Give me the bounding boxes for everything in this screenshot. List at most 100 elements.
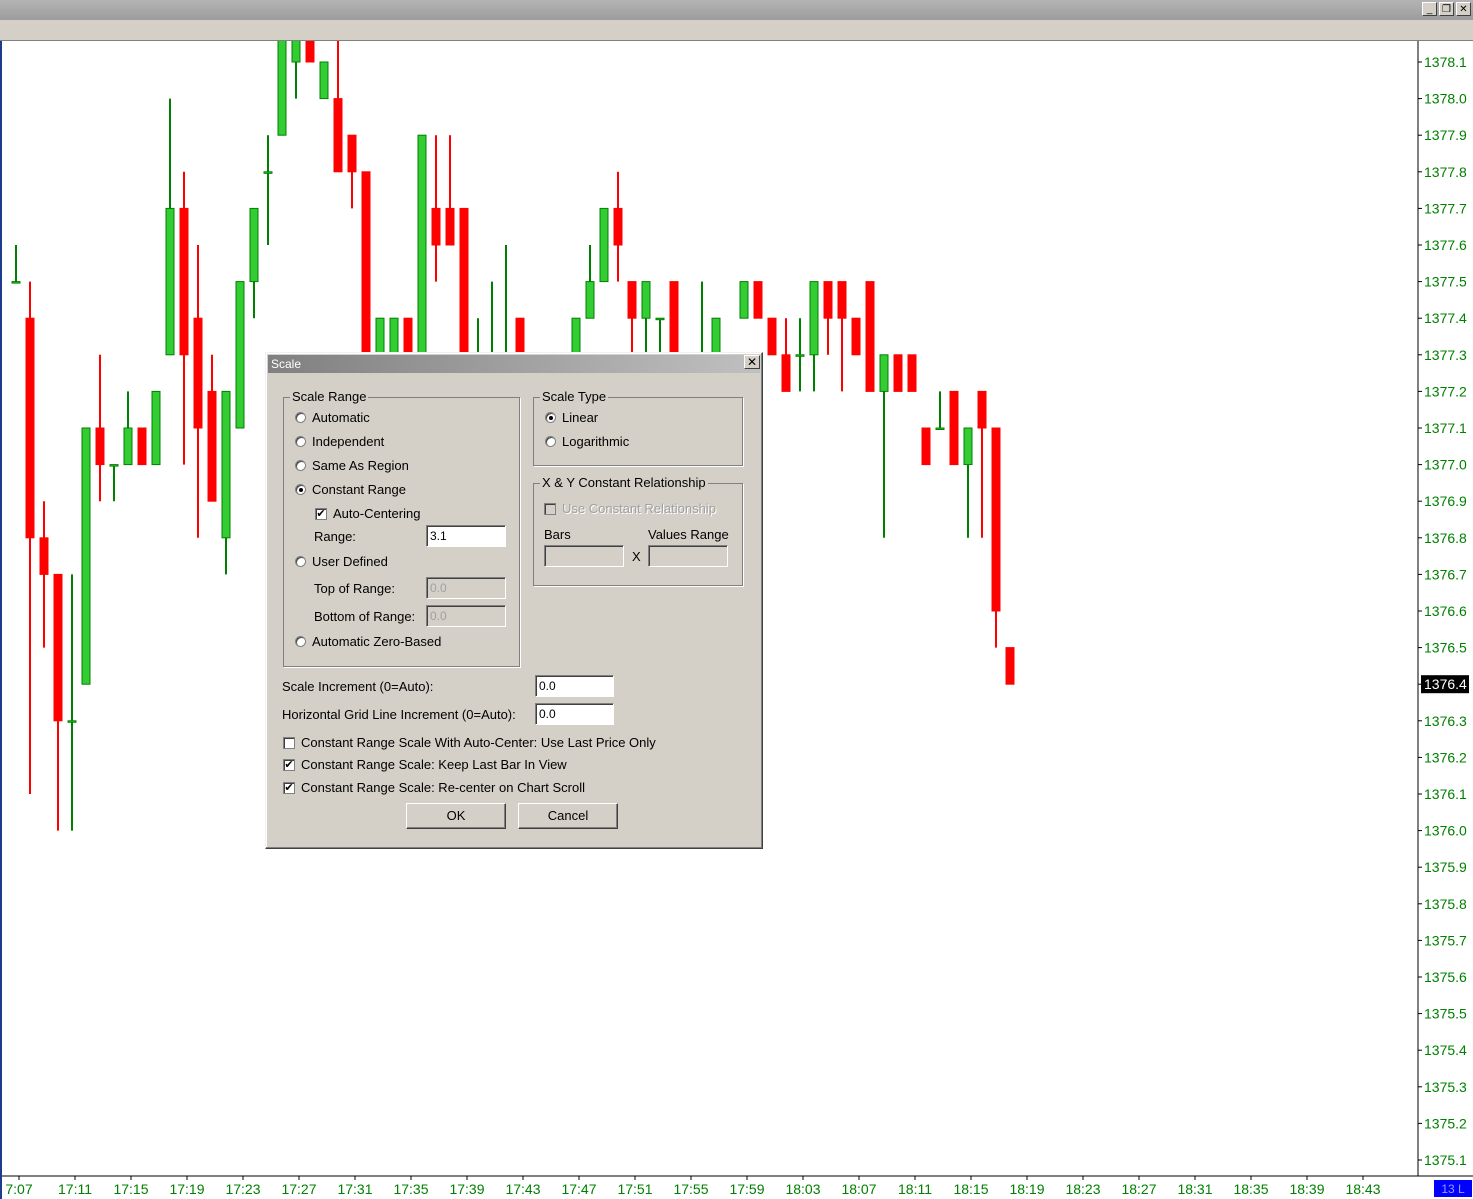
window-controls: _ ❐ ✕ [1422, 2, 1471, 16]
radio-independent-label: Independent [312, 434, 385, 449]
price-tick-label: 1376.5 [1424, 640, 1467, 656]
recenter-check[interactable]: ✔ [283, 781, 295, 794]
minimize-button[interactable]: _ [1422, 2, 1437, 16]
dialog-title: Scale [268, 355, 760, 373]
candle-body [235, 281, 245, 429]
radio-user-defined[interactable]: User Defined [295, 554, 388, 569]
radio-logarithmic[interactable]: Logarithmic [545, 434, 629, 449]
time-tick-label: 17:27 [281, 1181, 316, 1197]
scale-increment-input[interactable] [535, 675, 614, 697]
time-tick-label: 17:39 [449, 1181, 484, 1197]
time-tick-label: 18:23 [1065, 1181, 1100, 1197]
radio-zero-based-circle[interactable] [295, 636, 306, 647]
time-tick-label: 17:43 [505, 1181, 540, 1197]
cancel-button[interactable]: Cancel [518, 803, 618, 829]
close-window-button[interactable]: ✕ [1456, 2, 1471, 16]
time-tick-label: 17:23 [225, 1181, 260, 1197]
price-tick-label: 1377.1 [1424, 420, 1467, 436]
price-tick-label: 1376.1 [1424, 786, 1467, 802]
scale-range-legend: Scale Range [290, 389, 369, 404]
radio-automatic-circle[interactable] [295, 412, 306, 423]
scale-type-legend: Scale Type [540, 389, 609, 404]
grid-increment-label: Horizontal Grid Line Increment (0=Auto): [282, 707, 516, 722]
restore-button[interactable]: ❐ [1439, 2, 1454, 16]
time-tick-label: 17:55 [673, 1181, 708, 1197]
radio-user-defined-circle[interactable] [295, 556, 306, 567]
radio-linear-circle[interactable] [545, 412, 556, 423]
keep-last-bar-check[interactable]: ✔ [283, 758, 295, 771]
radio-independent[interactable]: Independent [295, 434, 384, 449]
price-tick-label: 1378.0 [1424, 91, 1467, 107]
price-tick-label: 1375.1 [1424, 1152, 1467, 1168]
time-tick-label: 18:39 [1289, 1181, 1324, 1197]
bottom-of-range-input[interactable] [426, 605, 506, 627]
range-label: Range: [314, 529, 356, 544]
time-tick-label: 17:51 [617, 1181, 652, 1197]
radio-zero-based[interactable]: Automatic Zero-Based [295, 634, 441, 649]
price-tick-label: 1375.9 [1424, 859, 1467, 875]
price-tick-label: 1378.1 [1424, 54, 1467, 70]
price-tick-label: 1376.9 [1424, 493, 1467, 509]
use-last-price-check[interactable] [283, 736, 295, 749]
values-range-label: Values Range [648, 527, 729, 542]
auto-centering-check[interactable]: ✔ [315, 507, 327, 520]
use-constant-relationship-checkbox[interactable]: Use Constant Relationship [544, 501, 716, 516]
bottom-of-range-label: Bottom of Range: [314, 609, 416, 624]
price-tick-label: 1375.7 [1424, 932, 1467, 948]
candle-body [767, 317, 777, 356]
scale-dialog: Scale ✕ Scale Range Automatic Independen… [265, 352, 763, 849]
radio-same-as-region[interactable]: Same As Region [295, 458, 409, 473]
dialog-close-button[interactable]: ✕ [744, 355, 760, 369]
candle-body [123, 427, 133, 466]
candle-body [207, 390, 217, 502]
use-constant-relationship-check[interactable] [544, 502, 556, 515]
radio-logarithmic-circle[interactable] [545, 436, 556, 447]
candle-body [39, 537, 49, 575]
radio-same-as-region-circle[interactable] [295, 460, 306, 471]
bars-input[interactable] [544, 545, 624, 567]
price-tick-label: 1377.7 [1424, 200, 1467, 216]
use-last-price-checkbox[interactable]: Constant Range Scale With Auto-Center: U… [283, 735, 656, 750]
candle-body [109, 464, 119, 467]
top-of-range-input[interactable] [426, 577, 506, 599]
recenter-checkbox[interactable]: ✔ Constant Range Scale: Re-center on Char… [283, 780, 585, 795]
price-tick-label: 1375.8 [1424, 896, 1467, 912]
candle-body [389, 317, 399, 356]
range-input[interactable] [426, 525, 506, 547]
time-tick-label: 18:43 [1345, 1181, 1380, 1197]
time-tick-label: 17:11 [58, 1181, 92, 1197]
window-title-bar: _ ❐ ✕ [0, 0, 1473, 20]
candle-body [67, 720, 77, 723]
radio-same-as-region-label: Same As Region [312, 458, 409, 473]
keep-last-bar-checkbox[interactable]: ✔ Constant Range Scale: Keep Last Bar In … [283, 757, 567, 772]
candle-body [151, 390, 161, 466]
candle-body [11, 281, 21, 284]
radio-logarithmic-label: Logarithmic [562, 434, 630, 449]
grid-increment-input[interactable] [535, 703, 614, 725]
radio-independent-circle[interactable] [295, 436, 306, 447]
radio-automatic[interactable]: Automatic [295, 410, 370, 425]
top-of-range-label: Top of Range: [314, 581, 395, 596]
price-tick-label: 1377.6 [1424, 237, 1467, 253]
time-tick-label: 18:27 [1121, 1181, 1156, 1197]
price-tick-label: 1377.8 [1424, 164, 1467, 180]
candle-body [795, 354, 805, 357]
candle-body [137, 427, 147, 466]
candle-body [459, 207, 469, 356]
radio-linear[interactable]: Linear [545, 410, 598, 425]
radio-automatic-label: Automatic [312, 410, 370, 425]
price-tick-label: 1377.9 [1424, 127, 1467, 143]
candle-body [1005, 647, 1015, 685]
recenter-label: Constant Range Scale: Re-center on Chart… [301, 780, 585, 795]
radio-constant-range[interactable]: Constant Range [295, 482, 406, 497]
scale-increment-label: Scale Increment (0=Auto): [282, 679, 434, 694]
ok-button[interactable]: OK [406, 803, 506, 829]
auto-centering-checkbox[interactable]: ✔ Auto-Centering [315, 506, 420, 521]
candle-body [907, 354, 917, 392]
x-label: X [632, 549, 641, 564]
use-constant-relationship-label: Use Constant Relationship [562, 501, 716, 516]
radio-constant-range-circle[interactable] [295, 484, 306, 495]
values-range-input[interactable] [648, 545, 728, 567]
candle-body [627, 281, 637, 319]
candle-body [599, 207, 609, 283]
